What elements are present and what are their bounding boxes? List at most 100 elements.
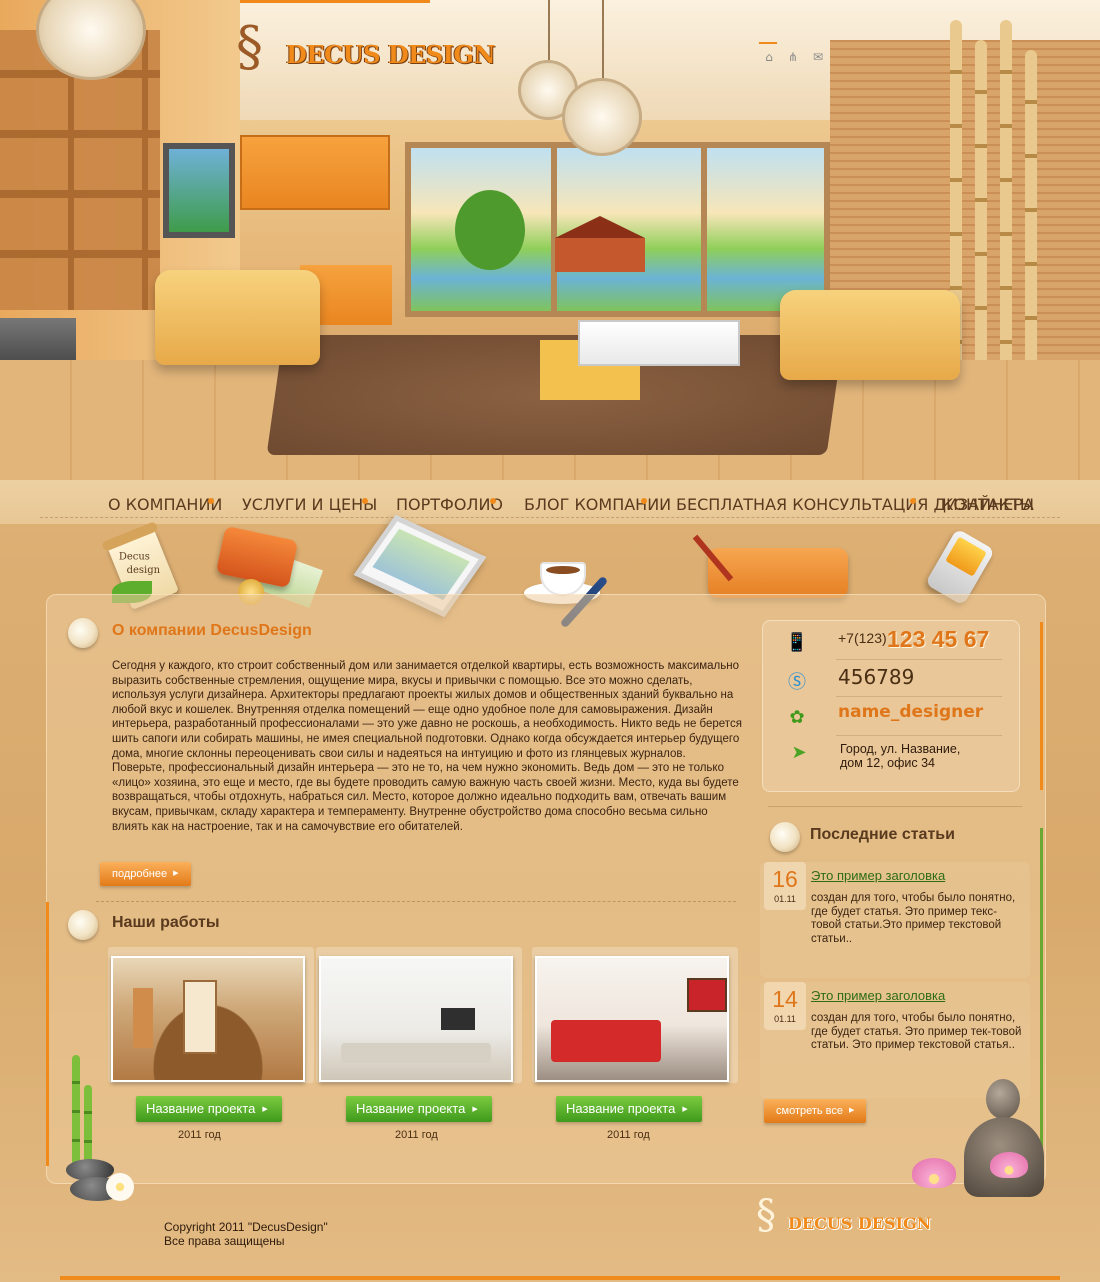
logo-swirl-icon: § <box>756 1192 776 1238</box>
bamboo-stem <box>72 1055 80 1165</box>
skype-name[interactable]: name_designer <box>838 702 983 722</box>
article-day: 14 <box>772 986 798 1012</box>
nav-services[interactable]: УСЛУГИ И ЦЕНЫ <box>242 495 377 514</box>
contact-divider <box>836 735 1002 736</box>
logo-text: DECUS DESIGN <box>286 40 495 69</box>
hero-kitchen-cabinet <box>240 135 390 210</box>
address-line-2: дом 12, офис 34 <box>840 756 936 770</box>
arrow-right-icon: ▶ <box>682 1105 688 1113</box>
about-text: Сегодня у каждого, кто строит собственны… <box>112 660 742 833</box>
buddha-statue <box>950 1075 1050 1200</box>
nav-blog[interactable]: БЛОГ КОМПАНИИ <box>524 495 671 514</box>
arrow-right-icon: ▶ <box>472 1105 478 1113</box>
footer-logo-text: DECUS DESIGN <box>788 1214 932 1233</box>
article-title-link[interactable]: Это пример заголовка <box>811 988 945 1003</box>
work-card: Название проекта ▶ 2011 год <box>532 947 742 1141</box>
phone-code: +7(123) <box>838 630 887 646</box>
accent-bar-right-orange <box>1040 622 1043 790</box>
section-divider <box>96 901 736 902</box>
copyright: Copyright 2011 "DecusDesign" Все права з… <box>164 1220 328 1248</box>
scroll-text: Decus <box>118 551 150 563</box>
project-button[interactable]: Название проекта ▶ <box>556 1096 702 1122</box>
arrow-right-icon: ▶ <box>262 1105 268 1113</box>
article-title-link[interactable]: Это пример заголовка <box>811 868 945 883</box>
active-indicator <box>759 42 777 44</box>
sitemap-icon[interactable]: ⋔ <box>786 50 800 64</box>
project-year: 2011 год <box>607 1129 650 1141</box>
icq-number: 456789 <box>838 665 915 689</box>
contact-divider <box>836 659 1002 660</box>
project-year: 2011 год <box>395 1129 438 1141</box>
location-arrow-icon: ➤ <box>791 742 807 763</box>
hero-tv <box>163 143 235 238</box>
hero-pendant-lamp <box>562 0 642 156</box>
wallet-body <box>215 525 299 589</box>
pearl-bullet-icon <box>770 822 800 852</box>
more-button[interactable]: подробнее ▶ <box>100 862 191 886</box>
nav-separator-dot <box>641 498 647 504</box>
hero-tree <box>455 190 525 270</box>
project-button-label: Название проекта <box>146 1101 256 1116</box>
project-button-label: Название проекта <box>356 1101 466 1116</box>
project-button-label: Название проекта <box>566 1101 676 1116</box>
articles-divider <box>768 806 1022 807</box>
arrow-right-icon: ▶ <box>849 1107 855 1115</box>
bottom-accent-bar <box>60 1276 1060 1280</box>
address: Город, ул. Название, дом 12, офис 34 <box>840 742 960 770</box>
project-button[interactable]: Название проекта ▶ <box>136 1096 282 1122</box>
work-card: Название проекта ▶ 2011 год <box>316 947 526 1141</box>
logo-swirl-icon: § <box>236 15 263 78</box>
hero-coffee-table <box>578 320 740 366</box>
footer-logo[interactable]: § DECUS DESIGN <box>756 1192 931 1252</box>
hero-sofa-right <box>780 290 960 380</box>
article-month: 01.11 <box>774 894 796 904</box>
article-month: 01.11 <box>774 1014 796 1024</box>
view-all-button[interactable]: смотреть все ▶ <box>764 1099 867 1123</box>
skype-icon: Ⓢ <box>788 672 806 693</box>
work-image[interactable] <box>319 956 513 1082</box>
bamboo-stem <box>84 1085 92 1165</box>
phone-number: 123 45 67 <box>887 626 990 652</box>
nav-divider <box>40 517 1060 518</box>
mail-icon[interactable]: ✉ <box>811 50 825 64</box>
about-title: О компании DecusDesign <box>112 622 312 639</box>
pearl-bullet-icon <box>68 618 98 648</box>
nav-separator-dot <box>208 498 214 504</box>
bamboo-stones-decoration <box>66 1055 156 1205</box>
article-excerpt: создан для того, чтобы было понятно, где… <box>811 1012 1022 1051</box>
top-accent-bar <box>240 0 430 3</box>
buddha-head <box>986 1079 1020 1119</box>
pearl-bullet-icon <box>68 910 98 940</box>
nav-separator-dot <box>910 498 916 504</box>
contact-divider <box>836 696 1002 697</box>
nav-contacts[interactable]: КОНТАКТЫ <box>942 495 1034 514</box>
icq-flower-icon: ✿ <box>789 707 805 728</box>
article-item: 16 01.11 Это пример заголовка создан для… <box>760 862 1030 978</box>
flower-icon <box>106 1173 134 1201</box>
site-logo[interactable]: § DECUS DESIGN <box>236 14 495 84</box>
more-button-label: подробнее <box>112 868 168 880</box>
hero-house <box>555 216 645 272</box>
scroll-text: design <box>126 564 161 576</box>
hero-interior-image <box>0 0 1100 480</box>
hero-sofa-left <box>155 270 320 365</box>
nav-separator-dot <box>490 498 496 504</box>
nav-separator-dot <box>362 498 368 504</box>
address-line-1: Город, ул. Название, <box>840 742 961 756</box>
article-day: 16 <box>772 866 798 892</box>
home-icon[interactable]: ⌂ <box>762 50 776 64</box>
project-year: 2011 год <box>178 1129 221 1141</box>
accent-bar-left <box>46 902 49 1166</box>
work-image[interactable] <box>535 956 729 1082</box>
works-title: Наши работы <box>112 914 220 931</box>
article-excerpt: создан для того, чтобы было понятно, где… <box>811 892 1016 945</box>
arrow-right-icon: ▶ <box>173 870 179 878</box>
mobile-phone-icon: 📱 <box>785 632 809 653</box>
view-all-label: смотреть все <box>776 1105 844 1117</box>
nav-portfolio[interactable]: ПОРТФОЛИО <box>396 495 503 514</box>
project-button[interactable]: Название проекта ▶ <box>346 1096 492 1122</box>
top-icon-bar: ⌂ ⋔ ✉ <box>756 42 836 66</box>
nav-about[interactable]: О КОМПАНИИ <box>108 495 222 514</box>
lotus-icon <box>990 1152 1028 1178</box>
articles-title: Последние статьи <box>810 826 955 843</box>
